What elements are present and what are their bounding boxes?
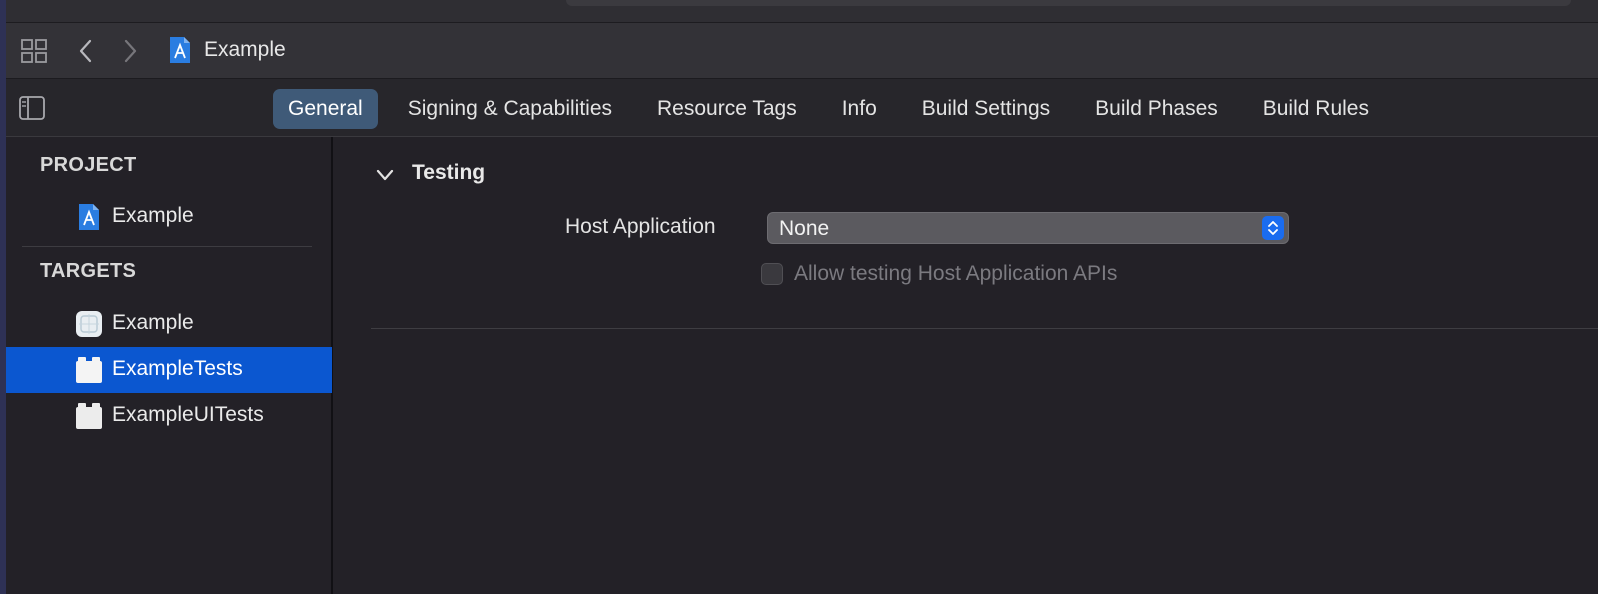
- host-application-label: Host Application: [565, 215, 716, 238]
- tab-resource-tags[interactable]: Resource Tags: [642, 89, 812, 129]
- targets-section-title: TARGETS: [40, 260, 137, 282]
- sidebar-item-target-example[interactable]: Example: [6, 301, 332, 347]
- sidebar-divider: [22, 246, 312, 247]
- test-bundle-icon: [76, 403, 102, 429]
- sidebar-item-target-exampleuitests[interactable]: ExampleUITests: [6, 393, 332, 439]
- activity-view: [566, 0, 1571, 6]
- section-separator: [371, 328, 1598, 329]
- popup-up-down-icon: [1262, 216, 1284, 240]
- editor-tab-bar: General Signing & Capabilities Resource …: [6, 79, 1598, 137]
- host-application-value: None: [779, 217, 830, 240]
- sidebar-item-label: Example: [112, 311, 194, 334]
- tab-general[interactable]: General: [273, 89, 378, 129]
- back-chevron-icon[interactable]: [76, 38, 96, 64]
- tab-build-rules[interactable]: Build Rules: [1248, 89, 1384, 129]
- tab-info[interactable]: Info: [827, 89, 892, 129]
- host-application-popup[interactable]: None: [767, 212, 1289, 244]
- forward-chevron-icon[interactable]: [120, 38, 140, 64]
- xcode-window: Example General Signing & Capabilities R…: [0, 0, 1598, 594]
- editor-tabs: General Signing & Capabilities Resource …: [273, 89, 1399, 129]
- jump-bar: Example: [6, 23, 1598, 79]
- general-settings-pane: Testing Host Application None Allow test…: [335, 137, 1598, 594]
- project-target-sidebar: PROJECT Example TARGETS Example ExampleT…: [6, 137, 333, 594]
- disclosure-chevron-down-icon[interactable]: [375, 165, 395, 185]
- toolbar: [6, 0, 1598, 23]
- test-bundle-icon: [76, 357, 102, 383]
- breadcrumb-project[interactable]: Example: [204, 38, 286, 62]
- project-section-title: PROJECT: [40, 154, 137, 176]
- tab-build-phases[interactable]: Build Phases: [1080, 89, 1233, 129]
- xcode-project-icon: [170, 37, 190, 63]
- allow-testing-checkbox[interactable]: [761, 263, 783, 285]
- sidebar-item-project[interactable]: Example: [6, 194, 332, 240]
- related-items-grid-icon[interactable]: [20, 37, 48, 65]
- testing-section-title: Testing: [412, 161, 486, 184]
- sidebar-item-label: ExampleUITests: [112, 403, 264, 426]
- sidebar-toggle-icon[interactable]: [18, 95, 46, 121]
- tab-build-settings[interactable]: Build Settings: [907, 89, 1065, 129]
- sidebar-item-target-exampletests[interactable]: ExampleTests: [6, 347, 332, 393]
- tab-signing-capabilities[interactable]: Signing & Capabilities: [393, 89, 627, 129]
- sidebar-item-label: Example: [112, 204, 194, 227]
- allow-testing-label: Allow testing Host Application APIs: [794, 262, 1118, 285]
- sidebar-item-label: ExampleTests: [112, 357, 243, 380]
- app-target-icon: [76, 311, 102, 337]
- xcode-project-icon: [79, 204, 99, 230]
